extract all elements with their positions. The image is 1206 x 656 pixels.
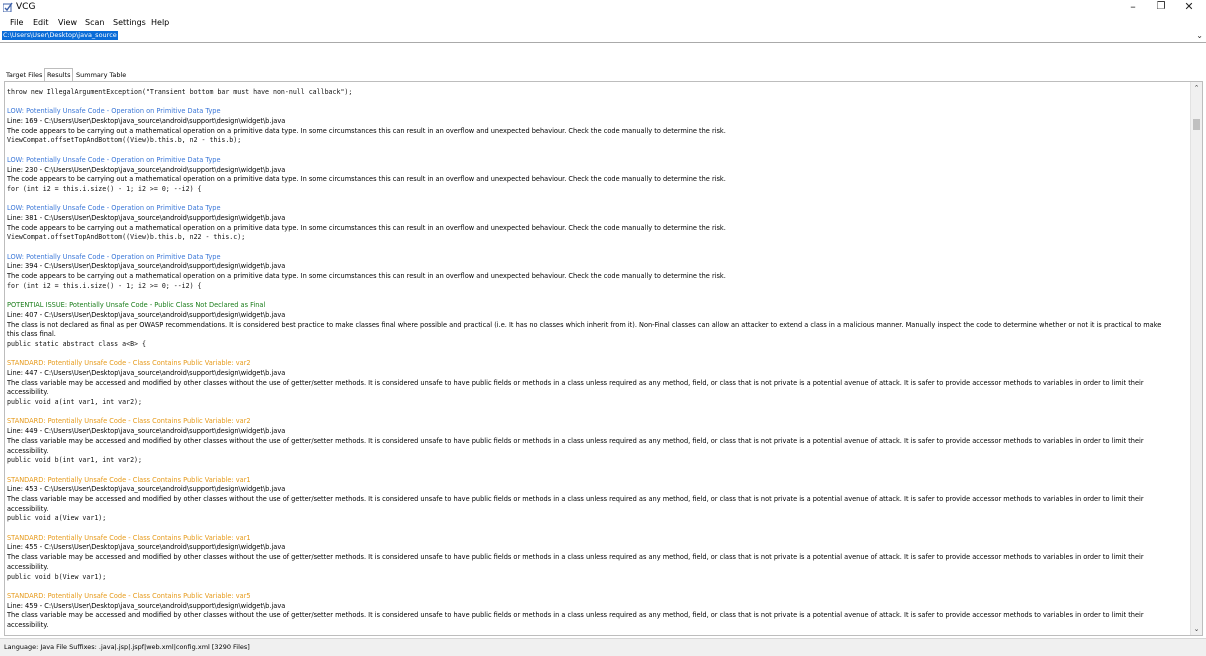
path-input[interactable]: C:\Users\User\Desktop\java_source (2, 31, 118, 40)
menu-view[interactable]: View (58, 17, 77, 29)
minimize-button[interactable]: – (1118, 0, 1148, 16)
code-snippet: public void b(int var1, int var2); (7, 456, 142, 465)
result-description: The class is not declared as final as pe… (7, 320, 1162, 339)
result-location: Line: 169 - C:\Users\User\Desktop\java_s… (7, 117, 286, 126)
code-snippet: for (int i2 = this.i.size() - 1; i2 >= 0… (7, 184, 202, 193)
maximize-button[interactable]: ❐ (1146, 0, 1176, 16)
result-description: The class variable may be accessed and m… (7, 611, 1144, 629)
status-text: Language: Java File Suffixes: .java|.jsp… (4, 643, 250, 651)
result-location: Line: 447 - C:\Users\User\Desktop\java_s… (7, 368, 286, 377)
tab-results[interactable]: Results (44, 68, 74, 82)
results-text[interactable]: throw new IllegalArgumentException("Tran… (7, 88, 1187, 631)
menu-help[interactable]: Help (151, 17, 169, 29)
code-snippet: for (int i2 = this.i.size() - 1; i2 >= 0… (7, 281, 202, 290)
result-location: Line: 459 - C:\Users\User\Desktop\java_s… (7, 601, 286, 610)
result-heading: STANDARD: Potentially Unsafe Code - Clas… (7, 591, 251, 600)
result-description: The code appears to be carrying out a ma… (7, 272, 726, 281)
result-heading: POTENTIAL ISSUE: Potentially Unsafe Code… (7, 301, 266, 310)
result-location: Line: 230 - C:\Users\User\Desktop\java_s… (7, 165, 286, 174)
result-heading: LOW: Potentially Unsafe Code - Operation… (7, 252, 221, 261)
result-heading: LOW: Potentially Unsafe Code - Operation… (7, 155, 221, 164)
vertical-scrollbar[interactable]: ⌃ ⌄ (1190, 82, 1202, 635)
title-bar: VCG – ❐ ✕ (0, 0, 1206, 16)
menu-bar: File Edit View Scan Settings Help (0, 16, 1206, 30)
code-snippet: public void a(int var1, int var2); (7, 398, 142, 407)
result-description: The code appears to be carrying out a ma… (7, 175, 726, 184)
result-description: The code appears to be carrying out a ma… (7, 126, 726, 135)
menu-scan[interactable]: Scan (85, 17, 104, 29)
result-heading: STANDARD: Potentially Unsafe Code - Clas… (7, 533, 251, 542)
result-location: Line: 455 - C:\Users\User\Desktop\java_s… (7, 543, 286, 552)
result-location: Line: 394 - C:\Users\User\Desktop\java_s… (7, 262, 286, 271)
menu-file[interactable]: File (10, 17, 23, 29)
results-panel: throw new IllegalArgumentException("Tran… (4, 81, 1203, 636)
window-title: VCG (16, 2, 36, 12)
code-snippet: public void a(View var1); (7, 514, 107, 523)
code-snippet: public void b(View var1); (7, 572, 107, 581)
result-heading: STANDARD: Potentially Unsafe Code - Clas… (7, 359, 251, 368)
status-bar: Language: Java File Suffixes: .java|.jsp… (0, 638, 1206, 656)
result-location: Line: 453 - C:\Users\User\Desktop\java_s… (7, 485, 286, 494)
result-description: The code appears to be carrying out a ma… (7, 223, 726, 232)
code-snippet: ViewCompat.offsetTopAndBottom((View)b.th… (7, 233, 246, 242)
tab-target-files[interactable]: Target Files (4, 69, 44, 81)
result-description: The class variable may be accessed and m… (7, 378, 1144, 397)
scroll-up-icon[interactable]: ⌃ (1191, 84, 1202, 92)
result-heading: STANDARD: Potentially Unsafe Code - Clas… (7, 475, 251, 484)
result-description: The class variable may be accessed and m… (7, 553, 1144, 571)
code-snippet: ViewCompat.offsetTopAndBottom((View)b.th… (7, 136, 242, 145)
menu-edit[interactable]: Edit (33, 17, 49, 29)
scroll-down-icon[interactable]: ⌄ (1191, 625, 1202, 633)
result-heading: LOW: Potentially Unsafe Code - Operation… (7, 107, 221, 116)
result-location: Line: 407 - C:\Users\User\Desktop\java_s… (7, 310, 286, 319)
chevron-down-icon[interactable]: ⌄ (1196, 30, 1203, 41)
result-description: The class variable may be accessed and m… (7, 494, 1144, 513)
code-snippet: throw new IllegalArgumentException("Tran… (7, 88, 353, 96)
result-description: The class variable may be accessed and m… (7, 436, 1144, 455)
scrollbar-thumb[interactable] (1193, 119, 1200, 130)
result-heading: STANDARD: Potentially Unsafe Code - Clas… (7, 417, 251, 426)
close-button[interactable]: ✕ (1174, 0, 1204, 16)
result-heading: LOW: Potentially Unsafe Code - Operation… (7, 204, 221, 213)
app-icon (3, 2, 13, 12)
result-location: Line: 449 - C:\Users\User\Desktop\java_s… (7, 427, 286, 436)
path-combobox[interactable]: C:\Users\User\Desktop\java_source ⌄ (0, 30, 1206, 43)
tab-summary-table[interactable]: Summary Table (74, 69, 128, 81)
code-snippet: public static abstract class a<B> { (7, 339, 146, 348)
menu-settings[interactable]: Settings (113, 17, 146, 29)
result-location: Line: 381 - C:\Users\User\Desktop\java_s… (7, 213, 286, 222)
